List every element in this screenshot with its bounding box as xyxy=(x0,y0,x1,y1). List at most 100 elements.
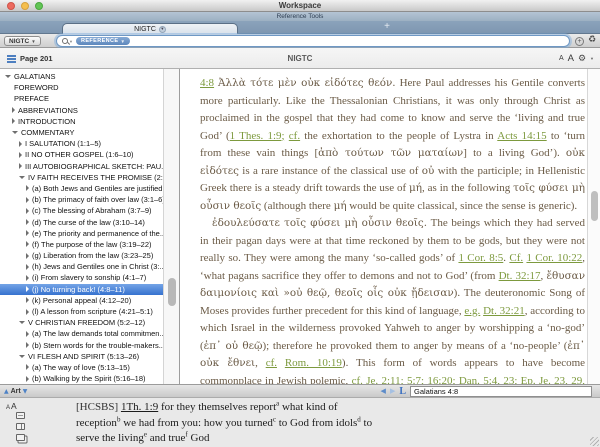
sidebar-item[interactable]: INTRODUCTION xyxy=(0,116,163,127)
expand-icon[interactable] xyxy=(26,241,29,247)
reference-scope-tag[interactable]: REFERENCE ▼ xyxy=(76,37,130,45)
sidebar-item[interactable]: II NO OTHER GOSPEL (1:6–10) xyxy=(0,149,163,160)
expand-icon[interactable] xyxy=(26,376,29,382)
scripture-link[interactable]: cf. xyxy=(289,130,300,142)
sidebar-item[interactable]: (e) The priority and permanence of the..… xyxy=(0,228,163,239)
collapse-icon[interactable] xyxy=(19,321,25,324)
sidebar-item[interactable]: GALATIANS xyxy=(0,71,163,82)
add-search-criteria-button[interactable]: + xyxy=(575,37,584,46)
collapse-icon[interactable] xyxy=(19,355,25,358)
scripture-link[interactable]: Dt. 32:21 xyxy=(483,305,525,317)
verse-reference-link[interactable]: 1Th. 1:9 xyxy=(121,401,158,413)
sidebar-item[interactable]: I SALUTATION (1:1–5) xyxy=(0,138,163,149)
reference-input[interactable] xyxy=(410,386,592,397)
history-back-icon[interactable]: ◀ xyxy=(381,387,386,395)
decrease-font-button[interactable]: A xyxy=(6,405,10,411)
notes-icon[interactable] xyxy=(16,412,25,419)
sidebar-item[interactable]: PREFACE xyxy=(0,93,163,104)
collapse-icon[interactable] xyxy=(5,75,11,78)
sidebar-item[interactable]: (i) From slavery to sonship (4:1–7) xyxy=(0,272,163,283)
collapse-up-icon[interactable]: ▲ xyxy=(4,388,9,395)
search-input[interactable]: ▼ REFERENCE ▼ xyxy=(56,35,570,47)
sidebar-item[interactable]: (b) Walking by the Spirit (5:16–18) xyxy=(0,373,163,384)
chevron-down-icon: ▼ xyxy=(590,56,594,61)
sidebar-item[interactable]: (c) The blessing of Abraham (3:7–9) xyxy=(0,205,163,216)
expand-icon[interactable] xyxy=(26,264,29,270)
expand-icon[interactable] xyxy=(26,286,29,292)
sidebar-item[interactable]: IV FAITH RECEIVES THE PROMISE (2:1... xyxy=(0,172,163,183)
copy-icon[interactable] xyxy=(16,434,25,441)
sidebar-item[interactable]: V CHRISTIAN FREEDOM (5:2–12) xyxy=(0,317,163,328)
expand-icon[interactable] xyxy=(12,107,15,113)
expand-icon[interactable] xyxy=(26,309,29,315)
sidebar-item[interactable]: (a) The law demands total commitmen... xyxy=(0,328,163,339)
sidebar-item[interactable]: III AUTOBIOGRAPHICAL SKETCH: PAU... xyxy=(0,161,163,172)
sidebar-item[interactable]: (b) The primacy of faith over law (3:1–6… xyxy=(0,194,163,205)
expand-icon[interactable] xyxy=(26,331,29,337)
commentary-scrollbar[interactable] xyxy=(587,69,600,384)
sidebar-item[interactable]: (h) Jews and Gentiles one in Christ (3:.… xyxy=(0,261,163,272)
increase-font-button[interactable]: A xyxy=(11,401,17,411)
expand-down-icon[interactable]: ▼ xyxy=(23,388,28,395)
sidebar-item[interactable]: ABBREVIATIONS xyxy=(0,105,163,116)
collapse-icon[interactable] xyxy=(12,131,18,134)
sidebar-item[interactable]: (b) Stern words for the trouble-makers..… xyxy=(0,340,163,351)
scripture-link[interactable]: cf. xyxy=(266,357,277,369)
commentary-scrollbar-thumb[interactable] xyxy=(591,191,598,221)
sidebar-item[interactable]: VI FLESH AND SPIRIT (5:13–26) xyxy=(0,351,163,362)
search-toolbar: NIGTC ▼ ▼ REFERENCE ▼ + ♻ xyxy=(0,34,600,48)
scripture-link[interactable]: 1 Cor. 8:5 xyxy=(458,252,503,264)
gear-icon[interactable]: ⚙ xyxy=(578,54,586,64)
book-icon[interactable] xyxy=(16,423,25,430)
scripture-link[interactable]: Rom. 10:19 xyxy=(285,357,342,369)
increase-font-button[interactable]: A xyxy=(568,53,574,64)
scripture-link[interactable]: 4:8 xyxy=(200,77,214,89)
scripture-link[interactable]: 1 Cor. 10:22 xyxy=(526,252,582,264)
link-reference-icon[interactable]: L xyxy=(399,386,406,397)
history-forward-icon[interactable]: ▶ xyxy=(390,387,395,395)
collapse-icon[interactable] xyxy=(19,176,25,179)
expand-icon[interactable] xyxy=(26,185,29,191)
sidebar-item[interactable]: COMMENTARY xyxy=(0,127,163,138)
scripture-link[interactable]: e.g. xyxy=(464,305,480,317)
scripture-link[interactable]: Acts 14:15 xyxy=(497,130,546,142)
expand-icon[interactable] xyxy=(26,219,29,225)
sidebar-item[interactable]: (j) No turning back! (4:8–11) xyxy=(0,284,163,295)
decrease-font-button[interactable]: A xyxy=(559,55,564,62)
expand-icon[interactable] xyxy=(19,152,22,158)
workspace-actions-icon[interactable]: ♻ xyxy=(588,35,596,45)
expand-icon[interactable] xyxy=(26,342,29,348)
tab-nigtc[interactable]: NIGTC ▼ xyxy=(62,23,238,34)
expand-icon[interactable] xyxy=(12,118,15,124)
library-selector[interactable]: NIGTC ▼ xyxy=(4,36,41,46)
tab-menu-icon[interactable]: ▼ xyxy=(159,26,166,33)
resize-grip[interactable] xyxy=(590,437,599,446)
expand-icon[interactable] xyxy=(26,275,29,281)
expand-icon[interactable] xyxy=(26,364,29,370)
expand-icon[interactable] xyxy=(26,253,29,259)
scripture-link[interactable]: Cf. xyxy=(509,252,523,264)
sidebar-item[interactable]: (a) The way of love (5:13–15) xyxy=(0,362,163,373)
expand-icon[interactable] xyxy=(19,163,22,169)
sidebar-item[interactable]: (d) The curse of the law (3:10–14) xyxy=(0,216,163,227)
expand-icon[interactable] xyxy=(19,141,22,147)
sidebar-item[interactable]: (f) The purpose of the law (3:19–22) xyxy=(0,239,163,250)
expand-icon[interactable] xyxy=(26,297,29,303)
expand-icon[interactable] xyxy=(26,230,29,236)
sidebar-item[interactable]: (l) A lesson from scripture (4:21–5:1) xyxy=(0,306,163,317)
scripture-link[interactable]: cf. Je. 2:11; 5:7; 16:20; xyxy=(352,375,456,385)
sidebar-item[interactable]: FOREWORD xyxy=(0,82,163,93)
sidebar-item[interactable]: (a) Both Jews and Gentiles are justified… xyxy=(0,183,163,194)
expand-icon[interactable] xyxy=(26,197,29,203)
sidebar-scrollbar-thumb[interactable] xyxy=(168,278,176,306)
sidebar-item[interactable]: (g) Liberation from the law (3:23–25) xyxy=(0,250,163,261)
expand-icon[interactable] xyxy=(26,208,29,214)
sidebar-item-label: II NO OTHER GOSPEL (1:6–10) xyxy=(25,150,134,159)
pane-divider-bar[interactable]: ▲ Art ▼ ◀ ▶ L xyxy=(0,384,600,398)
sidebar-item[interactable]: (k) Personal appeal (4:12–20) xyxy=(0,295,163,306)
tree-indent-spacer xyxy=(5,85,11,91)
sidebar-scrollbar[interactable] xyxy=(163,69,180,384)
scripture-link[interactable]: Dt. 32:17 xyxy=(499,270,541,282)
new-tab-button[interactable]: + xyxy=(380,21,394,33)
scripture-link[interactable]: 1 Thes. 1:9; xyxy=(230,130,285,142)
